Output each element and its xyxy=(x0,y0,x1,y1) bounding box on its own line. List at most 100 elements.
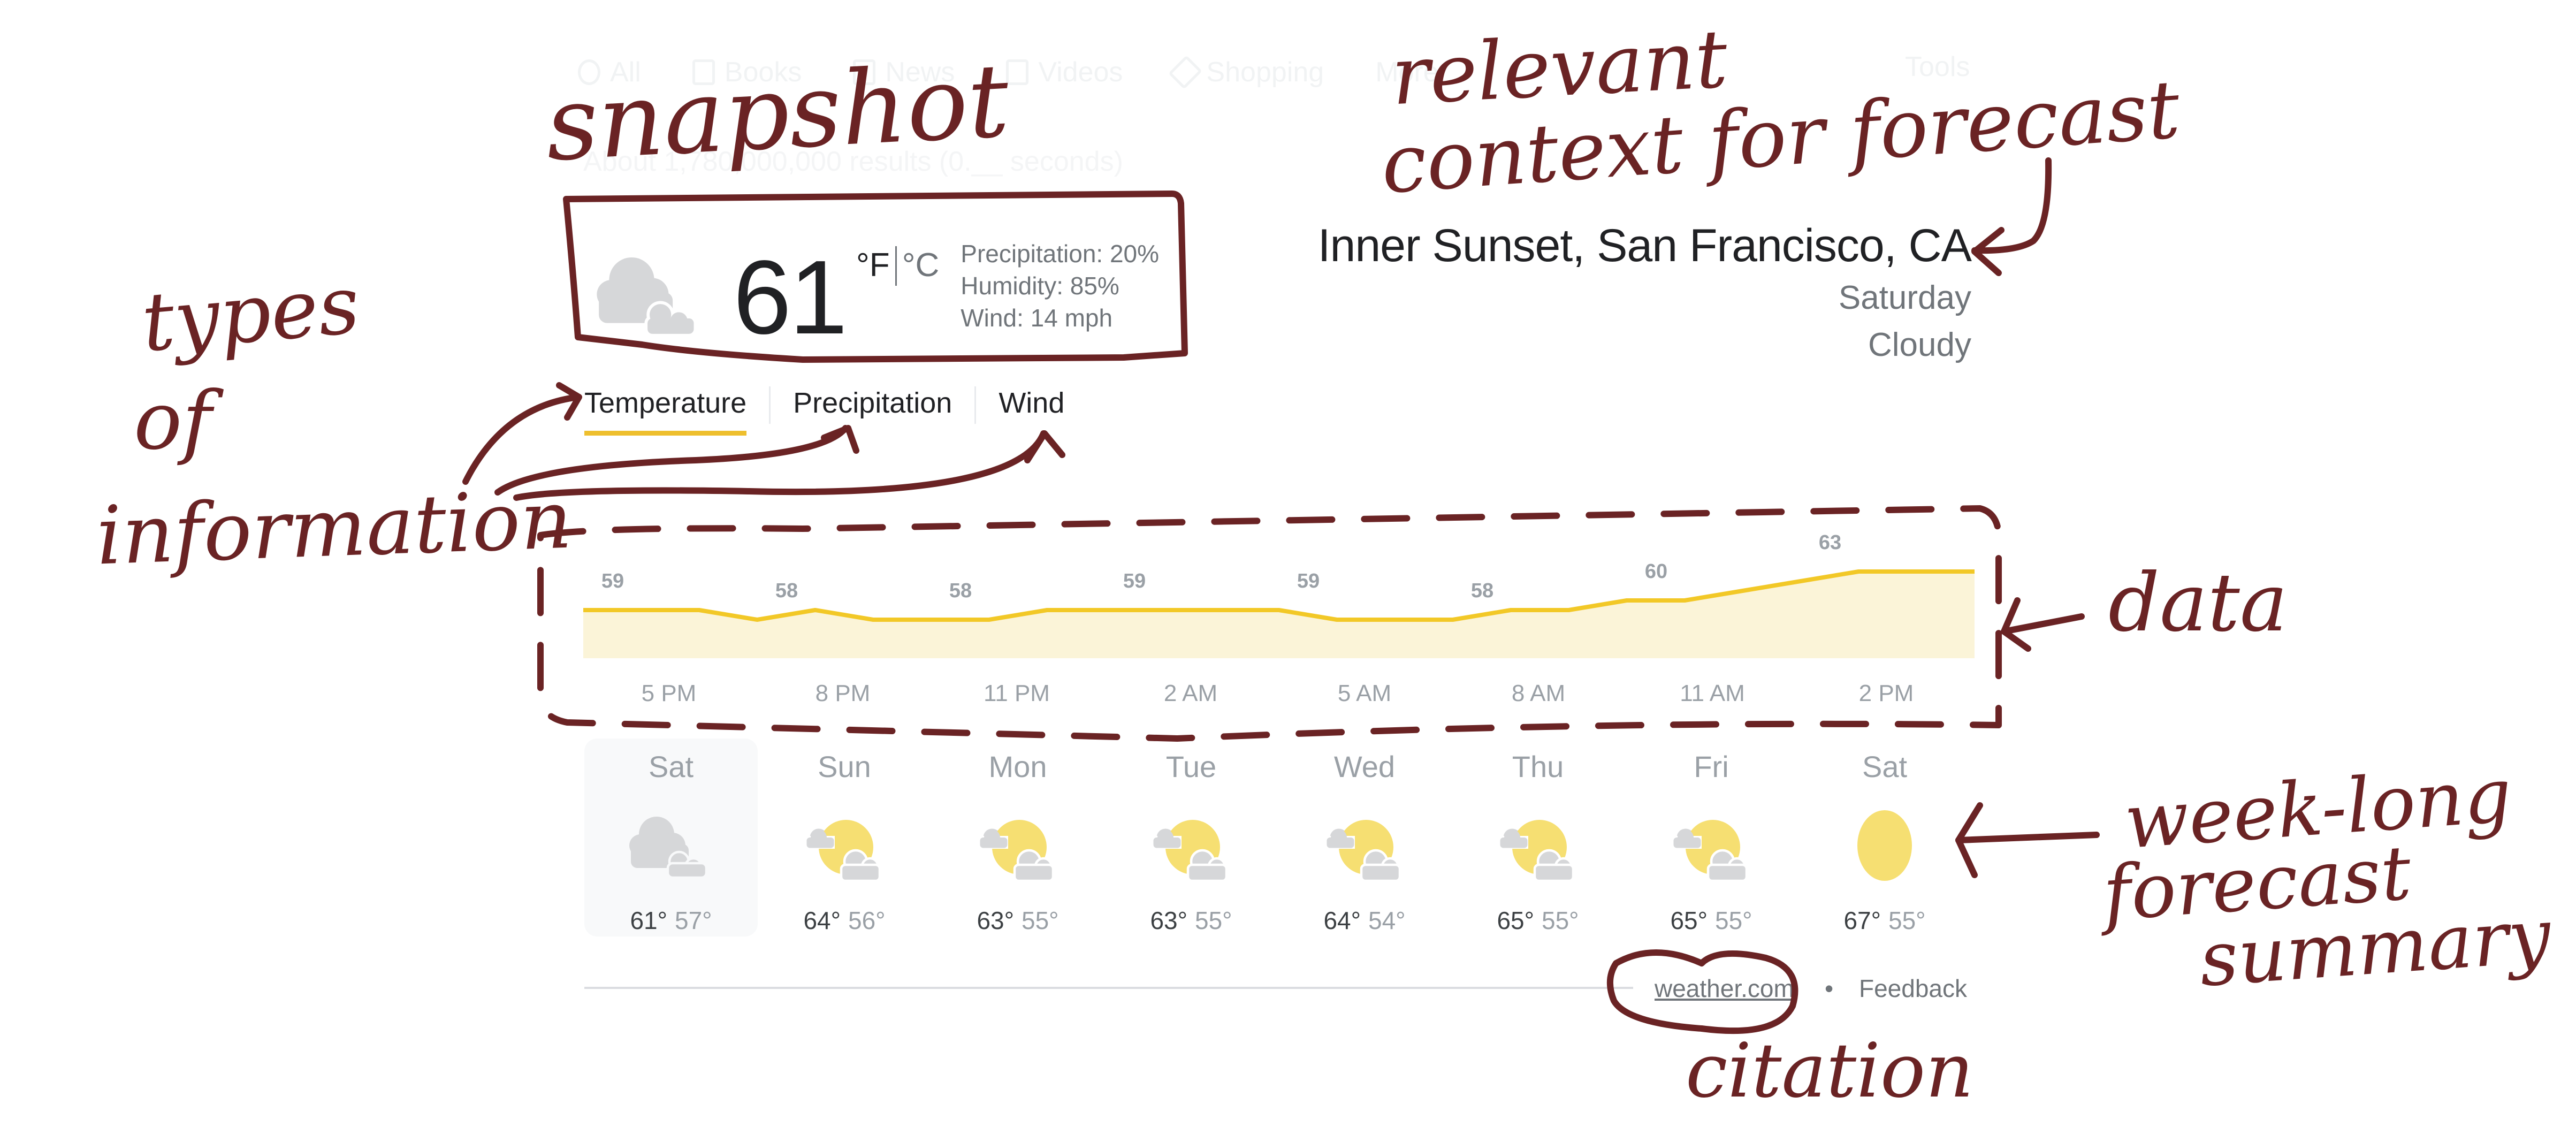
feedback-link[interactable]: Feedback xyxy=(1859,974,1967,1003)
data-label: 59 xyxy=(1123,570,1146,592)
annotation-citation: citation xyxy=(1686,1027,1974,1115)
x-tick-label: 11 AM xyxy=(1680,680,1744,706)
forecast-low: 55° xyxy=(1888,907,1926,934)
forecast-day-name: Thu xyxy=(1512,750,1564,783)
forecast-day-name: Tue xyxy=(1165,750,1217,783)
forecast-day-name: Fri xyxy=(1694,750,1729,783)
location-header: Inner Sunset, San Francisco, CA Saturday… xyxy=(1317,219,1972,367)
forecast-temps: 63° 55° xyxy=(1150,906,1232,935)
sunny-icon xyxy=(1857,810,1912,881)
source-link[interactable]: weather.com xyxy=(1655,974,1794,1003)
video-icon xyxy=(1006,59,1029,85)
forecast-temps: 61° 57° xyxy=(630,906,712,935)
forecast-low: 55° xyxy=(1542,907,1579,934)
forecast-low: 55° xyxy=(1195,907,1232,934)
location-title: Inner Sunset, San Francisco, CA xyxy=(1317,220,1972,271)
forecast-day[interactable]: Mon 63° 55° xyxy=(931,739,1104,937)
x-tick-label: 2 AM xyxy=(1164,680,1217,706)
forecast-temps: 65° 55° xyxy=(1670,906,1752,935)
arrowhead-wind xyxy=(1024,430,1065,463)
partly-cloudy-icon xyxy=(1671,820,1748,882)
annotation-data: data xyxy=(2108,557,2288,650)
forecast-day[interactable]: Thu 65° 55° xyxy=(1451,739,1625,937)
forecast-temps: 63° 55° xyxy=(977,906,1058,935)
forecast-day[interactable]: Tue 63° 55° xyxy=(1104,739,1278,937)
current-details: Precipitation: 20% Humidity: 85% Wind: 1… xyxy=(961,238,1159,334)
unit-fahrenheit-button[interactable]: °F xyxy=(856,246,890,284)
partly-cloudy-icon xyxy=(1498,820,1575,882)
tag-icon xyxy=(1168,55,1203,89)
forecast-high: 64° xyxy=(803,907,841,934)
chart-svg: 59 58 58 59 59 58 60 63 5 PM 8 PM 11 PM 2 AM 5 AM 8 A… xyxy=(583,531,1975,706)
forecast-day[interactable]: Sat 67° 55° xyxy=(1798,739,1971,937)
tab-divider xyxy=(974,386,977,424)
forecast-high: 63° xyxy=(1150,907,1187,934)
data-arrowhead xyxy=(2001,597,2031,652)
x-tick-label: 8 PM xyxy=(816,680,871,706)
forecast-temps: 65° 55° xyxy=(1497,906,1579,935)
forecast-day-name: Mon xyxy=(988,750,1047,783)
data-label: 60 xyxy=(1645,560,1667,583)
x-tick-label: 8 AM xyxy=(1512,680,1565,706)
context-arrow xyxy=(1971,157,2052,254)
forecast-low: 56° xyxy=(848,907,886,934)
footer-divider xyxy=(584,987,1633,989)
x-tick-label: 5 PM xyxy=(642,680,697,706)
forecast-day[interactable]: Wed 64° 54° xyxy=(1278,739,1451,937)
arrowhead-temperature xyxy=(556,382,582,421)
location-day: Saturday xyxy=(1838,279,1971,316)
data-label: 63 xyxy=(1819,531,1841,554)
arrow-to-temperature xyxy=(462,394,581,485)
hourly-temperature-chart: 59 58 58 59 59 58 60 63 5 PM 8 PM 11 PM 2 AM 5 AM 8 A… xyxy=(583,531,1975,733)
forecast-high: 65° xyxy=(1670,907,1708,934)
forecast-high: 65° xyxy=(1497,907,1534,934)
tab-wind[interactable]: Wind xyxy=(999,386,1064,436)
forecast-low: 57° xyxy=(675,907,712,934)
data-label: 58 xyxy=(775,580,798,602)
forecast-day-name: Wed xyxy=(1333,750,1396,783)
unit-celsius-button[interactable]: °C xyxy=(902,246,940,284)
info-tabs: Temperature Precipitation Wind xyxy=(584,386,1064,436)
partly-cloudy-icon xyxy=(1324,820,1401,882)
forecast-temps: 64° 54° xyxy=(1323,906,1405,935)
tab-temperature[interactable]: Temperature xyxy=(584,386,747,436)
current-temperature: 61 xyxy=(733,239,848,356)
forecast-day-name: Sun xyxy=(818,750,871,783)
partly-cloudy-icon xyxy=(978,820,1055,882)
data-label: 58 xyxy=(949,580,972,602)
annotation-types-line3: information xyxy=(95,473,574,583)
precipitation-detail: Precipitation: 20% xyxy=(961,240,1160,268)
data-label: 59 xyxy=(601,570,624,592)
forecast-high: 61° xyxy=(630,907,667,934)
week-arrow xyxy=(1955,832,2100,843)
forecast-day[interactable]: Sun 64° 56° xyxy=(758,739,931,937)
annotation-types-line1: types xyxy=(138,258,363,370)
widget-footer: weather.com • Feedback xyxy=(584,974,1976,1006)
tab-divider xyxy=(769,386,771,424)
forecast-low: 54° xyxy=(1368,907,1406,934)
cloudy-icon xyxy=(629,817,708,879)
cloudy-icon xyxy=(597,257,697,337)
arrow-to-wind xyxy=(513,430,1047,501)
tab-precipitation[interactable]: Precipitation xyxy=(793,386,952,436)
forecast-temps: 67° 55° xyxy=(1843,906,1925,935)
x-tick-label: 2 PM xyxy=(1859,680,1914,706)
unit-toggle: °F °C xyxy=(856,246,939,286)
current-conditions: 61 °F °C Precipitation: 20% Humidity: 85… xyxy=(589,230,1159,359)
nav-item-videos[interactable]: Videos xyxy=(1006,51,1123,94)
forecast-day[interactable]: Fri 65° 55° xyxy=(1625,739,1798,937)
forecast-high: 64° xyxy=(1323,907,1361,934)
annotation-snapshot: snapshot xyxy=(543,41,1012,184)
partly-cloudy-icon xyxy=(1151,820,1228,882)
weekly-forecast: Sat 61° 57° Sun 64° 56° Mon 63° 55° Tue 63° 55° Wed 6… xyxy=(584,739,1971,937)
data-arrow xyxy=(2001,613,2085,635)
forecast-high: 67° xyxy=(1843,907,1881,934)
nav-item-shopping[interactable]: Shopping xyxy=(1168,51,1324,94)
forecast-high: 63° xyxy=(977,907,1014,934)
wind-detail: Wind: 14 mph xyxy=(961,304,1113,332)
forecast-day[interactable]: Sat 61° 57° xyxy=(584,739,758,937)
context-arrowhead xyxy=(1971,227,2005,276)
forecast-day-name: Sat xyxy=(648,750,694,783)
x-tick-label: 11 PM xyxy=(984,680,1050,706)
forecast-day-name: Sat xyxy=(1862,750,1908,783)
